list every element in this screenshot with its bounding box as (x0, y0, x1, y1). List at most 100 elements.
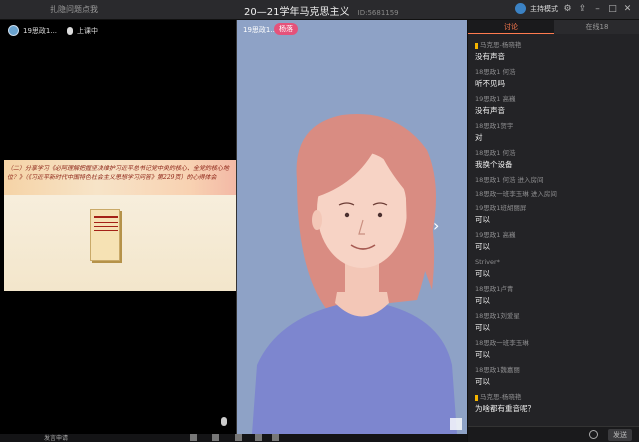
help-link[interactable]: 扎隐问题点我 (50, 4, 98, 15)
chat-list: 马克思-杨晓艳 没有声音 18思政1 何浩 听不见吗 19思政1 高巍 没有声音 18思政1… (475, 40, 635, 419)
chat-sender: 18思政1刘爱星 (475, 311, 635, 322)
chat-sender-name: 马克思-杨晓艳 (480, 41, 522, 49)
course-title: 20—21学年马克思主义 (244, 7, 350, 18)
chat-text: 对 (475, 133, 483, 142)
chat-message: 19思政1 高巍 没有声音 (475, 94, 635, 121)
chat-text: 可以 (475, 242, 490, 251)
chat-sender: 18思政一班李玉琳 进入房间 (475, 189, 635, 200)
chat-message: 18思政1魏嘉丽 可以 (475, 365, 635, 392)
chat-sender: 马克思-杨晓艳 (475, 40, 635, 51)
share-icon[interactable]: ⇪ (577, 3, 588, 14)
camera-panel: 19思政1... 杨落 › (236, 20, 467, 434)
chat-sender: Striver* (475, 257, 635, 268)
chat-message: 马克思-杨晓艳没有声音 (475, 40, 635, 67)
chat-sender: 18思政1贺宇 (475, 121, 635, 132)
chat-message: 18思政一班李玉琳 可以 (475, 338, 635, 365)
chat-sender-name: 马克思-杨晓艳 (480, 393, 522, 401)
chat-text: 可以 (475, 215, 490, 224)
mode-label[interactable]: 主持模式 (530, 4, 558, 14)
title-bar: 扎隐问题点我 20—21学年马克思主义 ID:5681159 主持模式 ⚙ ⇪ … (0, 0, 639, 20)
chat-message: 18思政1 何浩 进入房间 (475, 175, 635, 189)
maximize-icon[interactable]: □ (607, 3, 618, 14)
app-window: 扎隐问题点我 20—21学年马克思主义 ID:5681159 主持模式 ⚙ ⇪ … (0, 0, 639, 442)
window-title: 20—21学年马克思主义 ID:5681159 (244, 3, 399, 18)
avatar (8, 25, 19, 36)
chat-sender-name: 18思政1 何浩 (475, 68, 516, 76)
chat-message: 18思政一班李玉琳 进入房间 (475, 189, 635, 203)
file-icon[interactable] (235, 434, 242, 441)
chat-text: 没有声音 (475, 106, 505, 115)
chat-text: 听不见吗 (475, 79, 505, 88)
slide-title: （二）分享学习《必阿理解把握坚决维护习近平总书记党中央的核心、全党的核心地位？》… (7, 165, 230, 181)
camera-icon[interactable] (190, 434, 197, 441)
chat-panel: 讨论 在线18 马克思-杨晓艳 没有声音 18思政1 何浩 听不见吗 19思政1 高巍没… (467, 20, 639, 442)
chat-message: 马克思-杨晓艳为啥都有重音呢？ (475, 392, 635, 419)
microphone-icon (67, 26, 74, 35)
chat-sender-name: 18思政1刘爱星 (475, 312, 520, 320)
book-cover-image (90, 209, 120, 261)
send-button[interactable]: 发送 (608, 429, 632, 441)
chat-sender-name: 18思政1卢青 (475, 285, 514, 293)
host-avatar-icon (515, 3, 526, 14)
chat-message: Striver* 可以 (475, 257, 635, 284)
chat-message: 18思政1 何浩 我换个设备 (475, 148, 635, 175)
chat-sender: 18思政1卢青 (475, 284, 635, 295)
presenter-bar: 19思政1... 上课中 (8, 25, 98, 36)
chat-sender-name: 18思政1贺宇 (475, 122, 514, 130)
slide-body (4, 195, 236, 291)
tab-online[interactable]: 在线18 (554, 20, 639, 34)
camera-user-name: 19思政1... (243, 26, 278, 34)
screen-share-panel: 19思政1... 上课中 （二）分享学习《必阿理解把握坚决维护习近平总书记党中央… (0, 20, 236, 434)
chat-sender: 18思政一班李玉琳 (475, 338, 635, 349)
presenter-name: 19思政1... (23, 26, 58, 35)
shared-slide: （二）分享学习《必阿理解把握坚决维护习近平总书记党中央的核心、全党的核心地位？》… (4, 160, 236, 291)
room-id: ID:5681159 (357, 9, 399, 17)
chat-sender-name: 19思政1班胡丽屏 (475, 204, 527, 212)
chat-text: 可以 (475, 296, 490, 305)
chat-text: 可以 (475, 350, 490, 359)
chat-sender-name: 18思政1 何浩 (475, 149, 516, 157)
chat-sender-name: Striver* (475, 258, 500, 266)
chat-text: 可以 (475, 323, 490, 332)
chat-sender: 马克思-杨晓艳 (475, 392, 635, 403)
chat-sender: 19思政1 高巍 (475, 230, 635, 241)
share-icon[interactable] (272, 434, 279, 441)
host-badge-icon (475, 42, 478, 49)
chat-message: 19思政1 高巍 可以 (475, 230, 635, 257)
screen-icon[interactable] (212, 434, 219, 441)
chat-message: 18思政1刘爱星 可以 (475, 311, 635, 338)
host-badge-icon (475, 394, 478, 401)
close-icon[interactable]: ✕ (622, 3, 633, 14)
chat-text: 可以 (475, 269, 490, 278)
chat-sender-name: 18思政1 何浩 进入房间 (475, 176, 544, 184)
chat-sender: 18思政1 何浩 进入房间 (475, 175, 635, 186)
chevron-right-icon[interactable]: › (433, 216, 439, 235)
chat-message: 19思政1班胡丽屏 可以 (475, 203, 635, 230)
chat-text: 我换个设备 (475, 160, 513, 169)
chat-text: 没有声音 (475, 52, 505, 61)
chat-sender-name: 18思政1魏嘉丽 (475, 366, 520, 374)
chat-sender-name: 19思政1 高巍 (475, 95, 516, 103)
titlebar-controls: 主持模式 ⚙ ⇪ – □ ✕ (515, 3, 633, 14)
chat-sender-name: 19思政1 高巍 (475, 231, 516, 239)
tab-discussion[interactable]: 讨论 (468, 20, 554, 34)
camera-badge: 杨落 (274, 23, 298, 35)
chat-sender: 18思政1魏嘉丽 (475, 365, 635, 376)
raise-hand-button[interactable]: 发言申请 (44, 433, 68, 442)
chat-message: 18思政1卢青 可以 (475, 284, 635, 311)
chat-input-bar[interactable]: 发送 (468, 426, 639, 442)
minimize-icon[interactable]: – (592, 3, 603, 14)
settings-icon[interactable] (255, 434, 262, 441)
chat-sender: 18思政1 何浩 (475, 67, 635, 78)
gear-icon[interactable]: ⚙ (562, 3, 573, 14)
watermark-icon (450, 418, 462, 430)
chat-text: 为啥都有重音呢？ (475, 404, 535, 413)
chat-sender: 18思政1 何浩 (475, 148, 635, 159)
chat-text: 可以 (475, 377, 490, 386)
presenter-status: 上课中 (77, 26, 99, 35)
chat-sender: 19思政1班胡丽屏 (475, 203, 635, 214)
chat-tabs: 讨论 在线18 (468, 20, 639, 34)
emoji-icon[interactable] (589, 430, 598, 439)
chat-sender: 19思政1 高巍 (475, 94, 635, 105)
chat-message: 18思政1 何浩 听不见吗 (475, 67, 635, 94)
